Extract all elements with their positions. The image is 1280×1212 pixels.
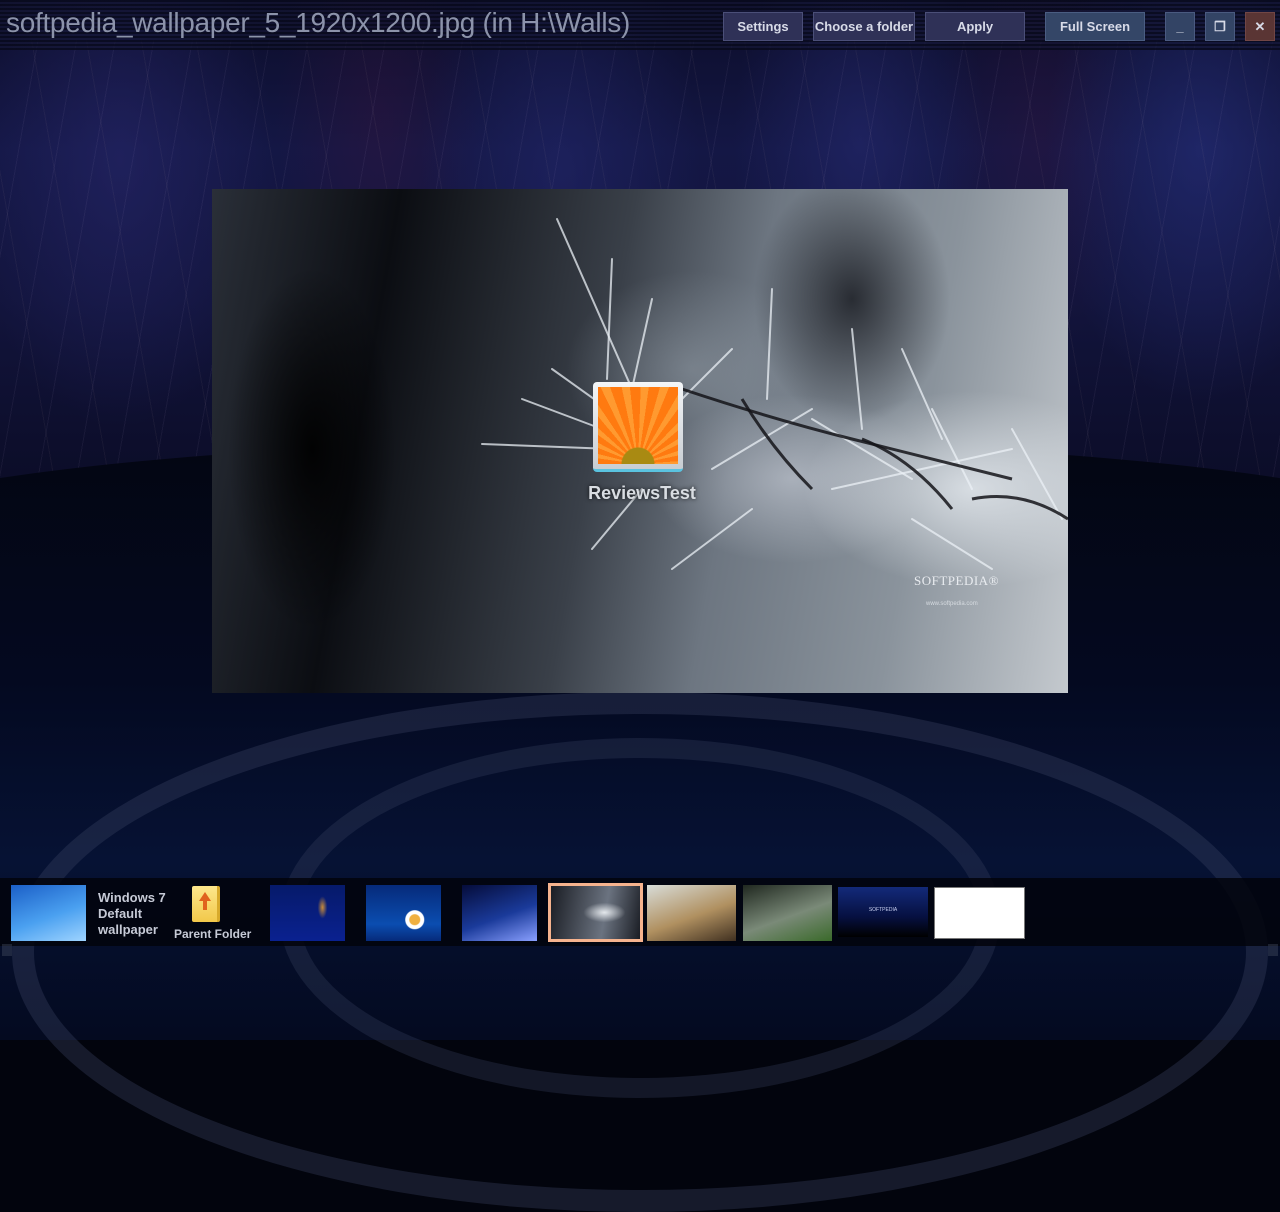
- thumbnail-foggy-forest[interactable]: [743, 885, 832, 941]
- choose-folder-button[interactable]: Choose a folder: [813, 12, 915, 41]
- thumbnail-moon-figure-blue[interactable]: [366, 885, 441, 941]
- apply-button[interactable]: Apply: [925, 12, 1025, 41]
- thumbnail-white-blank[interactable]: [934, 887, 1025, 939]
- settings-button[interactable]: Settings: [723, 12, 803, 41]
- window-title: softpedia_wallpaper_5_1920x1200.jpg (in …: [6, 7, 630, 38]
- folder-up-icon: [192, 886, 220, 922]
- wallpaper-preview[interactable]: ReviewsTest SOFTPEDIA® www.softpedia.com: [212, 189, 1068, 693]
- parent-folder-label: Parent Folder: [174, 927, 252, 941]
- up-arrow-stem: [203, 900, 207, 910]
- softpedia-url: www.softpedia.com: [926, 601, 978, 607]
- thumbnail-windows7-default[interactable]: [11, 885, 86, 941]
- flower-avatar-image: [598, 387, 678, 464]
- thumbnail-frost-branch[interactable]: [548, 883, 643, 942]
- restore-icon: ❐: [1214, 19, 1226, 34]
- minimize-icon: _: [1176, 19, 1184, 34]
- restore-button[interactable]: ❐: [1205, 12, 1235, 41]
- title-bar: softpedia_wallpaper_5_1920x1200.jpg (in …: [0, 0, 1280, 50]
- softpedia-watermark: SOFTPEDIA®: [914, 573, 999, 588]
- caption-line: wallpaper: [98, 922, 158, 937]
- caption-line: Default: [98, 906, 143, 921]
- thumbnail-softpedia-blue-gradient[interactable]: SOFTPEDIA: [838, 887, 928, 937]
- close-button[interactable]: ✕: [1245, 12, 1275, 41]
- scroll-right-arrow[interactable]: [1268, 944, 1278, 956]
- user-avatar: [593, 382, 683, 472]
- user-name-label: ReviewsTest: [588, 483, 696, 503]
- full-screen-button[interactable]: Full Screen: [1045, 12, 1145, 41]
- thumbnail-misty-hill[interactable]: [647, 885, 736, 941]
- caption-line: Windows 7: [98, 890, 166, 905]
- thumbnail-caption: Windows 7 Default wallpaper: [98, 890, 166, 938]
- minimize-button[interactable]: _: [1165, 12, 1195, 41]
- thumbnail-blue-swirl[interactable]: [462, 885, 537, 941]
- thumbnail-softpedia-s-blue[interactable]: [270, 885, 345, 941]
- thumbnail-text: SOFTPEDIA: [868, 907, 898, 913]
- scroll-left-arrow[interactable]: [2, 944, 12, 956]
- close-icon: ✕: [1254, 19, 1266, 34]
